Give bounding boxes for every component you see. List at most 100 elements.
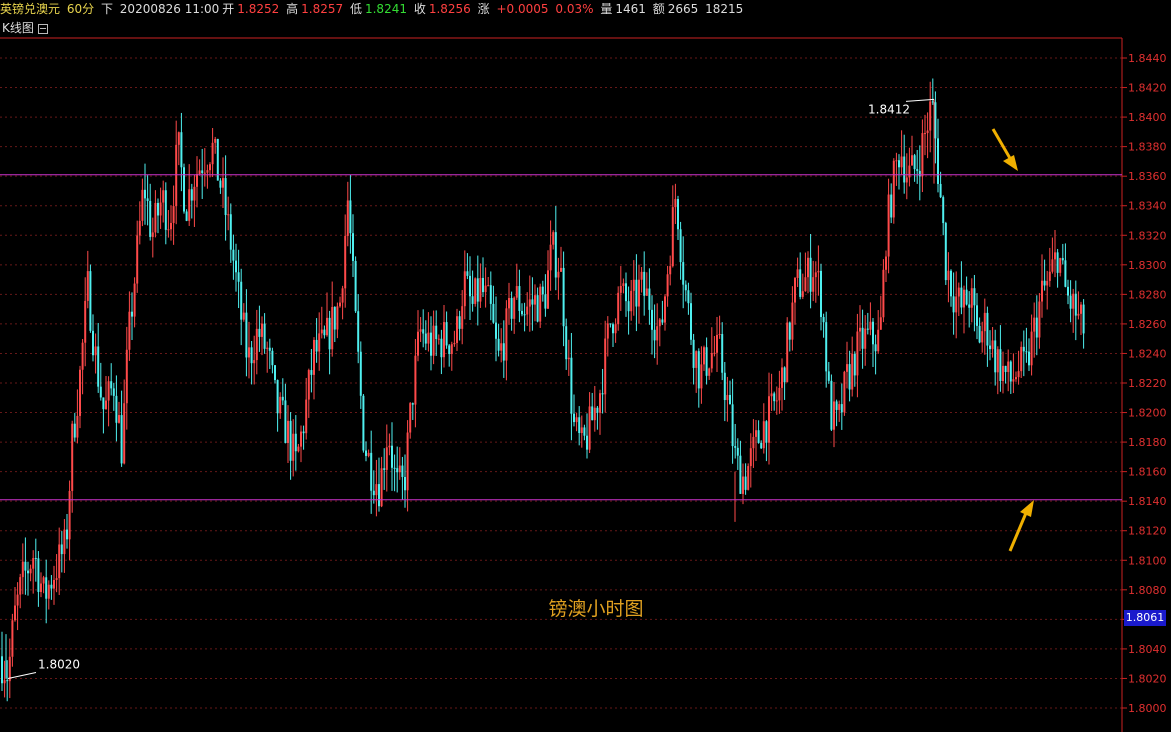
candle-body [60, 544, 63, 555]
candle-body [149, 200, 152, 237]
candle-body [315, 339, 318, 352]
candle-body [778, 387, 781, 401]
candle-body [183, 167, 185, 212]
candle-body [747, 466, 750, 490]
candle-body [300, 431, 302, 447]
candle-body [261, 323, 263, 337]
candle-body [827, 371, 830, 381]
candle-body [427, 332, 430, 344]
candle-body [359, 351, 362, 396]
candle-body [1064, 260, 1067, 287]
candle-body [3, 680, 6, 684]
candle-body [822, 317, 825, 323]
candle-body [674, 199, 677, 208]
candle-body [983, 312, 986, 332]
candle-body [640, 271, 643, 280]
tick-label: 1.8280 [1128, 288, 1167, 301]
candle-body [708, 368, 711, 376]
candle-body [580, 427, 583, 433]
candle-body [453, 342, 456, 345]
candle-body [796, 269, 799, 278]
candle-body [357, 311, 360, 352]
candle-body [81, 342, 84, 370]
candle-body [1020, 346, 1023, 372]
candle-body [365, 450, 367, 456]
candle-body [484, 285, 487, 293]
candle-body [94, 346, 97, 356]
candle-body [118, 415, 120, 423]
candle-body [235, 260, 237, 273]
candle-body [159, 202, 162, 216]
low-annotation: 1.8020 [38, 657, 80, 671]
candle-body [989, 345, 991, 350]
candle-body [658, 319, 661, 327]
candle-body [911, 155, 913, 166]
candle-body [617, 292, 620, 325]
candle-body [773, 393, 776, 402]
candle-body [578, 417, 581, 433]
candle-body [687, 290, 690, 304]
candle-body [450, 344, 453, 354]
candle-body [505, 308, 508, 361]
candle-body [677, 199, 679, 230]
candle-body [588, 406, 591, 450]
tick-label: 1.8400 [1128, 111, 1167, 124]
candle-body [115, 395, 118, 423]
candle-body [372, 490, 375, 496]
candle-body [222, 178, 224, 188]
candle-body [266, 347, 269, 349]
candle-body [45, 577, 48, 599]
candle-body [817, 270, 820, 273]
candle-body [198, 170, 201, 175]
candle-body [466, 271, 469, 276]
candle-body [463, 271, 466, 307]
candle-body [703, 347, 705, 365]
candle-body [424, 333, 427, 344]
candle-body [1041, 280, 1043, 302]
candle-body [684, 284, 687, 291]
candle-body [456, 316, 458, 343]
candle-body [536, 295, 539, 322]
candle-body [599, 393, 601, 413]
candle-body [666, 274, 669, 297]
candlestick-chart[interactable]: 1.80001.80201.80401.80601.80801.81001.81… [0, 0, 1171, 732]
candle-body [755, 430, 757, 437]
candle-body [1072, 293, 1075, 309]
candle-body [385, 447, 388, 470]
candle-body [775, 400, 778, 402]
candle-body [180, 132, 183, 168]
candle-body [333, 306, 336, 330]
candle-body [419, 329, 422, 332]
candle-body [843, 371, 846, 413]
candle-body [622, 283, 625, 286]
candle-body [508, 298, 510, 309]
candle-body [510, 298, 513, 319]
candle-body [58, 544, 61, 579]
candle-body [978, 325, 981, 343]
candle-body [937, 138, 939, 184]
candle-body [16, 594, 19, 606]
candle-body [612, 324, 614, 334]
candle-body [1012, 379, 1015, 382]
candle-body [47, 584, 50, 599]
candle-body [765, 421, 768, 443]
candle-body [554, 232, 557, 278]
candle-body [908, 165, 911, 178]
candle-body [955, 296, 958, 313]
candle-body [898, 160, 900, 168]
candle-body [1022, 346, 1025, 352]
candle-body [375, 484, 378, 496]
candle-body [736, 447, 739, 456]
candle-body [476, 278, 479, 302]
candle-body [37, 558, 40, 592]
candle-body [185, 211, 188, 221]
candle-body [835, 401, 838, 410]
candle-body [349, 200, 352, 234]
candles [1, 78, 1085, 702]
candle-body [1043, 280, 1046, 286]
candle-body [1046, 280, 1049, 286]
candle-body [726, 394, 729, 401]
candle-body [939, 183, 942, 198]
candle-body [833, 401, 835, 430]
candle-body [963, 289, 965, 308]
